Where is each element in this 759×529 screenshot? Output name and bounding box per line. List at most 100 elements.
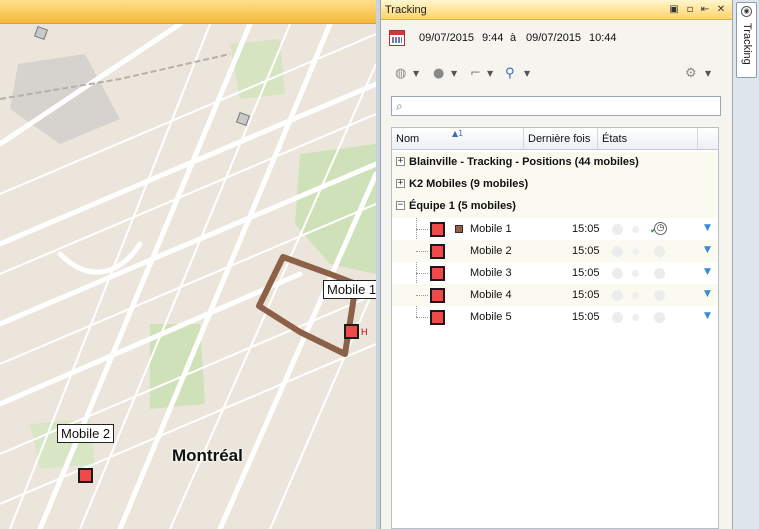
mobile-last-time: 15:05 bbox=[572, 311, 600, 323]
group-label: K2 Mobiles (9 mobiles) bbox=[409, 178, 529, 190]
mobile-last-time: 15:05 bbox=[572, 223, 600, 235]
chevron-down-icon[interactable]: ▼ bbox=[705, 69, 711, 78]
expand-icon[interactable]: + bbox=[396, 157, 405, 166]
row-menu-chevron-icon[interactable]: ▼ bbox=[704, 311, 711, 321]
mobile-name: Mobile 3 bbox=[470, 267, 512, 279]
status-icon bbox=[612, 312, 623, 323]
app-window: Mobile 1 H Mobile 2 Montréal Tracking ▣ … bbox=[0, 0, 759, 529]
mobile-name: Mobile 4 bbox=[470, 289, 512, 301]
group-row-k2[interactable]: + K2 Mobiles (9 mobiles) bbox=[392, 174, 718, 196]
pin-button[interactable]: ⇤ bbox=[699, 3, 711, 16]
close-button[interactable]: ✕ bbox=[715, 3, 727, 16]
column-label: Nom bbox=[396, 133, 420, 145]
map-city-label: Montréal bbox=[172, 446, 243, 465]
status-icon bbox=[654, 290, 665, 301]
locate-icon: ◉ bbox=[741, 6, 752, 17]
status-icon bbox=[632, 248, 639, 255]
settings-icon[interactable]: ⚙ bbox=[685, 66, 697, 81]
status-icon bbox=[654, 268, 665, 279]
tree-connector bbox=[416, 229, 428, 230]
status-icon bbox=[612, 246, 623, 257]
search-input[interactable] bbox=[412, 98, 712, 114]
mobile-color-swatch bbox=[430, 266, 445, 281]
mobile-name: Mobile 5 bbox=[470, 311, 512, 323]
chevron-down-icon[interactable]: ▼ bbox=[487, 69, 493, 78]
mobile-color-swatch bbox=[430, 222, 445, 237]
collapse-icon[interactable]: − bbox=[396, 201, 405, 210]
target-icon[interactable]: ◍ bbox=[395, 66, 406, 81]
end-date[interactable]: 09/07/2015 bbox=[526, 32, 581, 44]
circle-icon[interactable]: ● bbox=[433, 66, 444, 81]
mobile-name: Mobile 1 bbox=[470, 223, 512, 235]
tree-connector bbox=[416, 317, 428, 318]
chevron-down-icon[interactable]: ▼ bbox=[524, 69, 530, 78]
mobile-row[interactable]: Mobile 2 15:05 ▼ bbox=[392, 240, 718, 262]
mobile-row[interactable]: Mobile 5 15:05 ▼ bbox=[392, 306, 718, 328]
expand-icon[interactable]: + bbox=[396, 179, 405, 188]
map-label-mobile-1[interactable]: Mobile 1 bbox=[323, 280, 376, 299]
row-menu-chevron-icon[interactable]: ▼ bbox=[704, 289, 711, 299]
column-header-states[interactable]: États bbox=[598, 128, 698, 150]
map-marker-mobile-1[interactable] bbox=[344, 324, 359, 339]
status-icon bbox=[632, 226, 639, 233]
map-label-mobile-2[interactable]: Mobile 2 bbox=[57, 424, 115, 443]
tree-connector bbox=[416, 273, 428, 274]
marker-suffix: H bbox=[361, 327, 368, 337]
tree-connector bbox=[416, 295, 428, 296]
status-icon bbox=[632, 270, 639, 277]
mobile-row[interactable]: Mobile 4 15:05 ▼ bbox=[392, 284, 718, 306]
start-date[interactable]: 09/07/2015 bbox=[419, 32, 474, 44]
mobile-last-time: 15:05 bbox=[572, 245, 600, 257]
status-icon bbox=[654, 312, 665, 323]
start-time[interactable]: 9:44 bbox=[482, 32, 503, 44]
route-icon[interactable]: ⌐ bbox=[470, 66, 481, 81]
date-separator: à bbox=[510, 32, 517, 44]
group-row-blainville[interactable]: + Blainville - Tracking - Positions (44 … bbox=[392, 152, 718, 174]
toolbar: ◍ ▼ ● ▼ ⌐ ▼ ⚲ ▼ ⚙ ▼ bbox=[391, 64, 721, 84]
group-label: Équipe 1 (5 mobiles) bbox=[409, 200, 516, 212]
chevron-down-icon[interactable]: ▼ bbox=[451, 69, 457, 78]
status-icon bbox=[612, 224, 623, 235]
mobile-row[interactable]: Mobile 1 15:05 ✔ ◷ ▼ bbox=[392, 218, 718, 240]
search-icon[interactable]: ⌕ bbox=[396, 99, 403, 114]
row-menu-chevron-icon[interactable]: ▼ bbox=[704, 245, 711, 255]
dock-restore-button[interactable]: ▫ bbox=[684, 3, 696, 16]
status-icon bbox=[632, 314, 639, 321]
mobile-row[interactable]: Mobile 3 15:05 ▼ bbox=[392, 262, 718, 284]
mobile-color-swatch bbox=[430, 310, 445, 325]
status-icon bbox=[612, 268, 623, 279]
column-header-name[interactable]: Nom ▲1 bbox=[392, 128, 524, 150]
mobile-color-swatch bbox=[430, 288, 445, 303]
map-view[interactable]: Mobile 1 H Mobile 2 Montréal bbox=[0, 0, 376, 529]
end-time[interactable]: 10:44 bbox=[589, 32, 617, 44]
clock-icon: ◷ bbox=[654, 222, 667, 235]
dock-float-button[interactable]: ▣ bbox=[668, 3, 680, 16]
chevron-down-icon[interactable]: ▼ bbox=[413, 69, 419, 78]
mobile-last-time: 15:05 bbox=[572, 267, 600, 279]
mobile-name: Mobile 2 bbox=[470, 245, 512, 257]
column-header-last-time[interactable]: Dernière fois bbox=[524, 128, 598, 150]
tree-connector bbox=[416, 251, 428, 252]
group-label: Blainville - Tracking - Positions (44 mo… bbox=[409, 156, 639, 168]
calendar-icon[interactable] bbox=[389, 30, 405, 46]
status-icon bbox=[612, 290, 623, 301]
group-row-equipe-1[interactable]: − Équipe 1 (5 mobiles) bbox=[392, 196, 718, 218]
mobile-last-time: 15:05 bbox=[572, 289, 600, 301]
panel-header: Tracking ▣ ▫ ⇤ ✕ bbox=[381, 0, 733, 20]
grid-header: Nom ▲1 Dernière fois États bbox=[392, 128, 718, 150]
search-box[interactable]: ⌕ bbox=[391, 96, 721, 116]
side-tab-rail: ◉ Tracking bbox=[732, 0, 759, 529]
panel-title: Tracking bbox=[385, 4, 427, 16]
side-tab-label: Tracking bbox=[741, 23, 753, 65]
status-icon bbox=[632, 292, 639, 299]
status-icon bbox=[654, 246, 665, 257]
tree-icon[interactable]: ⚲ bbox=[505, 66, 515, 81]
row-menu-chevron-icon[interactable]: ▼ bbox=[704, 267, 711, 277]
side-tab-tracking[interactable]: ◉ Tracking bbox=[736, 2, 757, 78]
row-menu-chevron-icon[interactable]: ▼ bbox=[704, 223, 711, 233]
map-topbar bbox=[0, 0, 376, 24]
tracking-panel: Tracking ▣ ▫ ⇤ ✕ 09/07/2015 9:44 à 09/07… bbox=[380, 0, 733, 529]
map-marker-mobile-2[interactable] bbox=[78, 468, 93, 483]
mobile-color-swatch bbox=[430, 244, 445, 259]
sort-indicator-icon: ▲1 bbox=[452, 129, 464, 138]
